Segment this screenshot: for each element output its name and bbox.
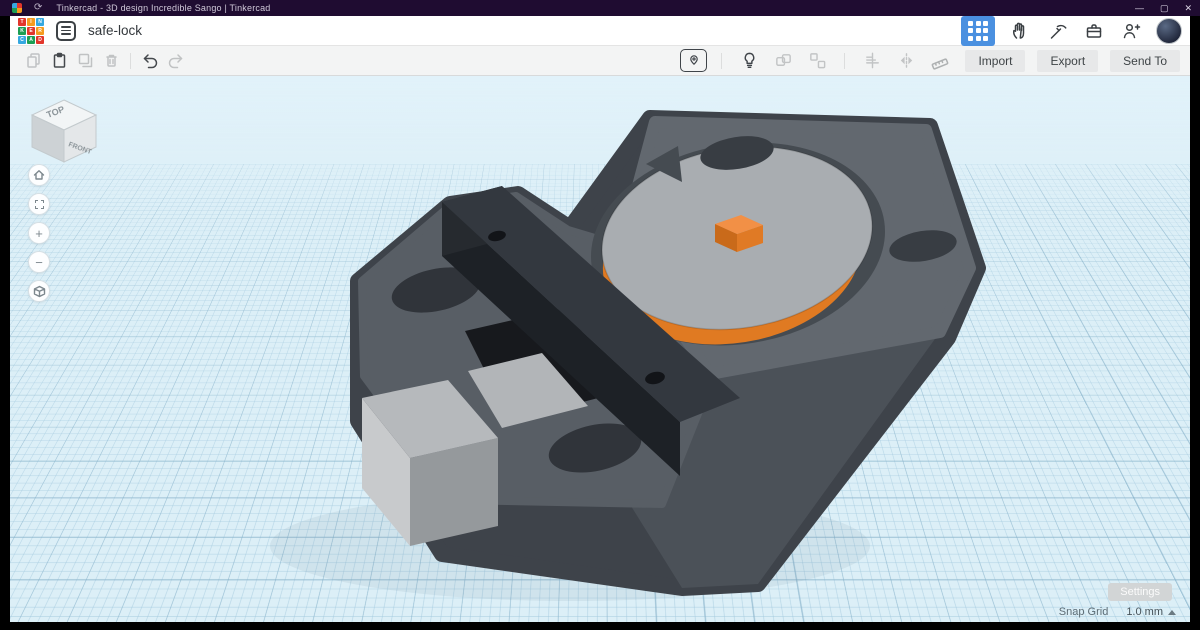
mirror-icon[interactable] <box>893 49 919 73</box>
send-to-button[interactable]: Send To <box>1110 49 1180 72</box>
delete-icon[interactable] <box>98 49 124 73</box>
paste-icon[interactable] <box>46 49 72 73</box>
ungroup-icon[interactable] <box>804 49 830 73</box>
tinkercad-app-window: T I N K E R C A D safe-lock Import Expor… <box>10 15 1190 622</box>
close-button[interactable]: ✕ <box>1184 3 1192 13</box>
browser-titlebar: ⟳ Tinkercad - 3D design Incredible Sango… <box>0 0 1200 16</box>
divider <box>721 52 723 69</box>
briefcase-icon[interactable] <box>1082 19 1106 43</box>
snap-grid-caret-icon <box>1168 609 1176 615</box>
browser-tab-title: Tinkercad - 3D design Incredible Sango |… <box>56 3 271 13</box>
edit-toolbar: Import Export Send To <box>10 46 1190 76</box>
divider <box>130 52 131 69</box>
perspective-toggle-button[interactable] <box>28 280 50 302</box>
notes-icon[interactable] <box>680 49 708 72</box>
reload-icon[interactable]: ⟳ <box>34 3 42 13</box>
snap-grid-row: Snap Grid 1.0 mm <box>1059 606 1176 618</box>
import-button[interactable]: Import <box>965 49 1026 72</box>
undo-icon[interactable] <box>137 49 163 73</box>
design-name[interactable]: safe-lock <box>88 23 142 38</box>
workspaces-grid-button[interactable] <box>961 15 995 46</box>
settings-button[interactable]: Settings <box>1108 583 1172 601</box>
app-header: T I N K E R C A D safe-lock <box>10 15 1190 46</box>
pickaxe-icon[interactable] <box>1045 19 1069 43</box>
redo-icon[interactable] <box>163 49 189 73</box>
home-view-button[interactable] <box>28 164 50 186</box>
viewport-3d[interactable]: TOP FRONT + − Settings Snap Grid 1.0 mm <box>10 76 1190 622</box>
add-person-icon[interactable] <box>1119 19 1143 43</box>
tinkercad-favicon-icon <box>12 3 22 13</box>
hand-icon[interactable] <box>1008 19 1032 43</box>
zoom-in-button[interactable]: + <box>28 222 50 244</box>
zoom-out-button[interactable]: − <box>28 251 50 273</box>
divider <box>844 52 846 69</box>
snap-grid-select[interactable]: 1.0 mm <box>1126 606 1176 618</box>
fit-view-button[interactable] <box>28 193 50 215</box>
maximize-button[interactable]: ▢ <box>1160 3 1169 13</box>
duplicate-icon[interactable] <box>72 49 98 73</box>
tinkercad-logo[interactable]: T I N K E R C A D <box>18 17 44 44</box>
export-button[interactable]: Export <box>1037 49 1099 72</box>
copy-icon[interactable] <box>20 49 46 73</box>
group-icon[interactable] <box>770 49 796 73</box>
snap-grid-label: Snap Grid <box>1058 606 1109 618</box>
show-all-bulb-icon[interactable] <box>736 49 762 73</box>
design-properties-menu-icon[interactable] <box>56 20 76 41</box>
avatar[interactable] <box>1156 17 1182 44</box>
view-cube[interactable]: TOP FRONT <box>18 84 110 176</box>
minimize-button[interactable]: — <box>1135 3 1144 13</box>
view-toolstack: + − <box>28 164 50 302</box>
model-safe-lock[interactable] <box>10 76 1190 622</box>
ruler-icon[interactable] <box>927 49 953 73</box>
snap-grid-value: 1.0 mm <box>1126 606 1163 618</box>
align-icon[interactable] <box>859 49 885 73</box>
